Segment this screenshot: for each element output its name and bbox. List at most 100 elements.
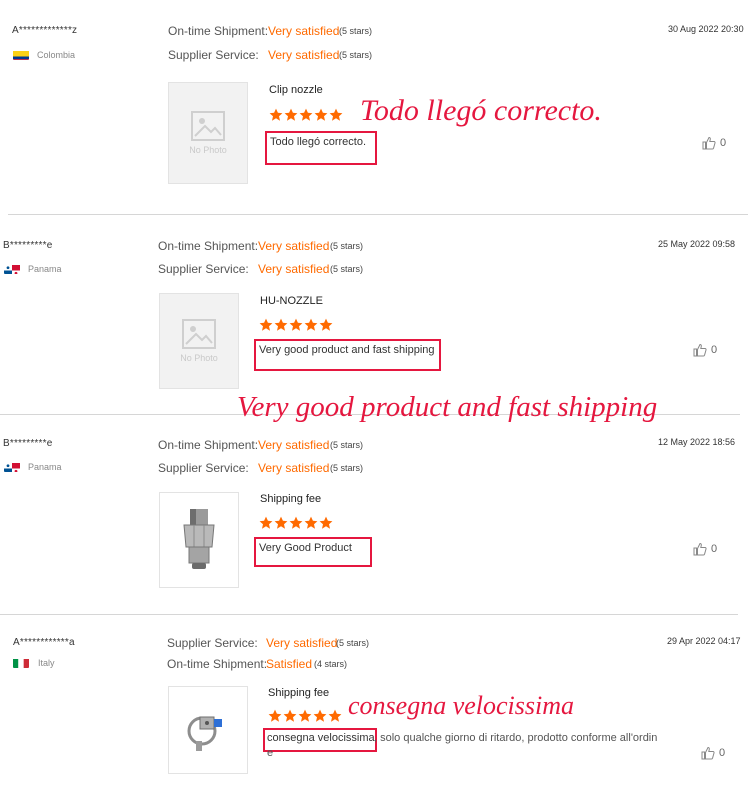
flag-panama-icon bbox=[4, 461, 20, 472]
attribute-value: Very satisfied bbox=[258, 262, 330, 276]
product-thumbnail[interactable] bbox=[168, 686, 248, 774]
helpful-button[interactable]: 0 bbox=[702, 136, 726, 150]
attribute-label: On-time Shipment: bbox=[167, 657, 268, 671]
review-divider bbox=[8, 214, 748, 215]
star-icon bbox=[304, 318, 318, 331]
star-icon bbox=[314, 108, 328, 121]
helpful-button[interactable]: 0 bbox=[693, 343, 717, 357]
review-date: 29 Apr 2022 04:17 bbox=[667, 636, 741, 646]
nozzle-product-photo bbox=[183, 509, 215, 569]
flag-panama-icon bbox=[4, 263, 20, 274]
star-icon bbox=[259, 516, 273, 529]
reviewer-name: B*********e bbox=[3, 240, 53, 251]
review-text: consegna velocissima bbox=[267, 732, 375, 744]
review-divider bbox=[0, 614, 738, 615]
star-icon bbox=[298, 709, 312, 722]
review-text-continued: e bbox=[267, 747, 274, 759]
star-icon bbox=[269, 108, 283, 121]
attribute-value: Very satisfied bbox=[268, 48, 340, 62]
annotation-overlay: Todo llegó correcto. bbox=[360, 94, 602, 127]
attribute-value: Very satisfied bbox=[258, 438, 330, 452]
helpful-count: 0 bbox=[711, 543, 718, 555]
star-icon bbox=[268, 709, 282, 722]
star-icon bbox=[299, 108, 313, 121]
attribute-label: Supplier Service: bbox=[168, 48, 259, 62]
attribute-value: Satisfied bbox=[266, 657, 313, 671]
review-date: 25 May 2022 09:58 bbox=[658, 239, 736, 249]
reviewer-name: B*********e bbox=[3, 438, 53, 449]
attribute-stars: (5 stars) bbox=[330, 440, 364, 450]
attribute-label: On-time Shipment: bbox=[158, 438, 259, 452]
star-icon bbox=[319, 318, 333, 331]
attribute-stars: (5 stars) bbox=[339, 26, 373, 36]
star-icon bbox=[284, 108, 298, 121]
review-text: Todo llegó correcto. bbox=[270, 136, 366, 148]
star-icon bbox=[274, 318, 288, 331]
attribute-value: Very satisfied bbox=[266, 636, 338, 650]
reviewer-country: Panama bbox=[28, 264, 62, 274]
attribute-value: Very satisfied bbox=[268, 24, 340, 38]
product-name[interactable]: HU-NOZZLE bbox=[260, 295, 323, 307]
reviewer-country: Panama bbox=[28, 462, 62, 472]
attribute-stars: (4 stars) bbox=[314, 659, 348, 669]
review-date: 30 Aug 2022 20:30 bbox=[668, 24, 744, 34]
rating-stars bbox=[259, 516, 333, 530]
star-icon bbox=[283, 709, 297, 722]
clip-nozzle-product-photo bbox=[187, 716, 222, 751]
review-text-continued: , solo qualche giorno di ritardo, prodot… bbox=[374, 732, 658, 744]
reviewer-name: A*************z bbox=[12, 25, 78, 36]
attribute-value: Very satisfied bbox=[258, 239, 330, 253]
star-icon bbox=[304, 516, 318, 529]
product-name[interactable]: Shipping fee bbox=[268, 687, 329, 699]
reviewer-name: A************a bbox=[13, 637, 75, 648]
thumbs-up-icon bbox=[693, 343, 707, 357]
no-photo-label: No Photo bbox=[189, 145, 227, 155]
star-icon bbox=[274, 516, 288, 529]
helpful-count: 0 bbox=[719, 747, 726, 759]
review-text: Very Good Product bbox=[259, 542, 352, 554]
helpful-button[interactable]: 0 bbox=[701, 746, 725, 760]
attribute-stars: (5 stars) bbox=[330, 264, 364, 274]
product-thumbnail[interactable]: No Photo bbox=[159, 293, 239, 389]
star-icon bbox=[319, 516, 333, 529]
annotation-overlay: Very good product and fast shipping bbox=[237, 391, 658, 423]
reviewer-country: Colombia bbox=[37, 50, 76, 60]
attribute-stars: (5 stars) bbox=[339, 50, 373, 60]
reviewer-country: Italy bbox=[38, 658, 55, 668]
star-icon bbox=[328, 709, 342, 722]
star-icon bbox=[289, 516, 303, 529]
attribute-label: Supplier Service: bbox=[158, 461, 249, 475]
flag-italy-icon bbox=[13, 657, 29, 668]
star-icon bbox=[313, 709, 327, 722]
review-date: 12 May 2022 18:56 bbox=[658, 437, 736, 447]
thumbs-up-icon bbox=[701, 746, 715, 760]
product-thumbnail[interactable]: No Photo bbox=[168, 82, 248, 184]
attribute-stars: (5 stars) bbox=[330, 463, 364, 473]
image-placeholder-icon bbox=[191, 111, 225, 141]
thumbs-up-icon bbox=[702, 136, 716, 150]
attribute-label: Supplier Service: bbox=[167, 636, 258, 650]
annotation-overlay: consegna velocissima bbox=[348, 691, 575, 720]
rating-stars bbox=[259, 318, 333, 332]
no-photo-label: No Photo bbox=[180, 353, 218, 363]
review-text: Very good product and fast shipping bbox=[259, 344, 435, 356]
star-icon bbox=[329, 108, 343, 121]
helpful-count: 0 bbox=[711, 344, 718, 356]
rating-stars bbox=[268, 709, 342, 723]
product-thumbnail[interactable] bbox=[159, 492, 239, 588]
image-placeholder-icon bbox=[182, 319, 216, 349]
thumbs-up-icon bbox=[693, 542, 707, 556]
attribute-label: On-time Shipment: bbox=[168, 24, 269, 38]
helpful-button[interactable]: 0 bbox=[693, 542, 717, 556]
product-name[interactable]: Shipping fee bbox=[260, 493, 321, 505]
star-icon bbox=[259, 318, 273, 331]
attribute-label: On-time Shipment: bbox=[158, 239, 259, 253]
attribute-value: Very satisfied bbox=[258, 461, 330, 475]
star-icon bbox=[289, 318, 303, 331]
flag-colombia-icon bbox=[13, 49, 29, 60]
attribute-stars: (5 stars) bbox=[336, 638, 370, 648]
attribute-stars: (5 stars) bbox=[330, 241, 364, 251]
rating-stars bbox=[269, 108, 343, 122]
product-name[interactable]: Clip nozzle bbox=[269, 84, 323, 96]
attribute-label: Supplier Service: bbox=[158, 262, 249, 276]
